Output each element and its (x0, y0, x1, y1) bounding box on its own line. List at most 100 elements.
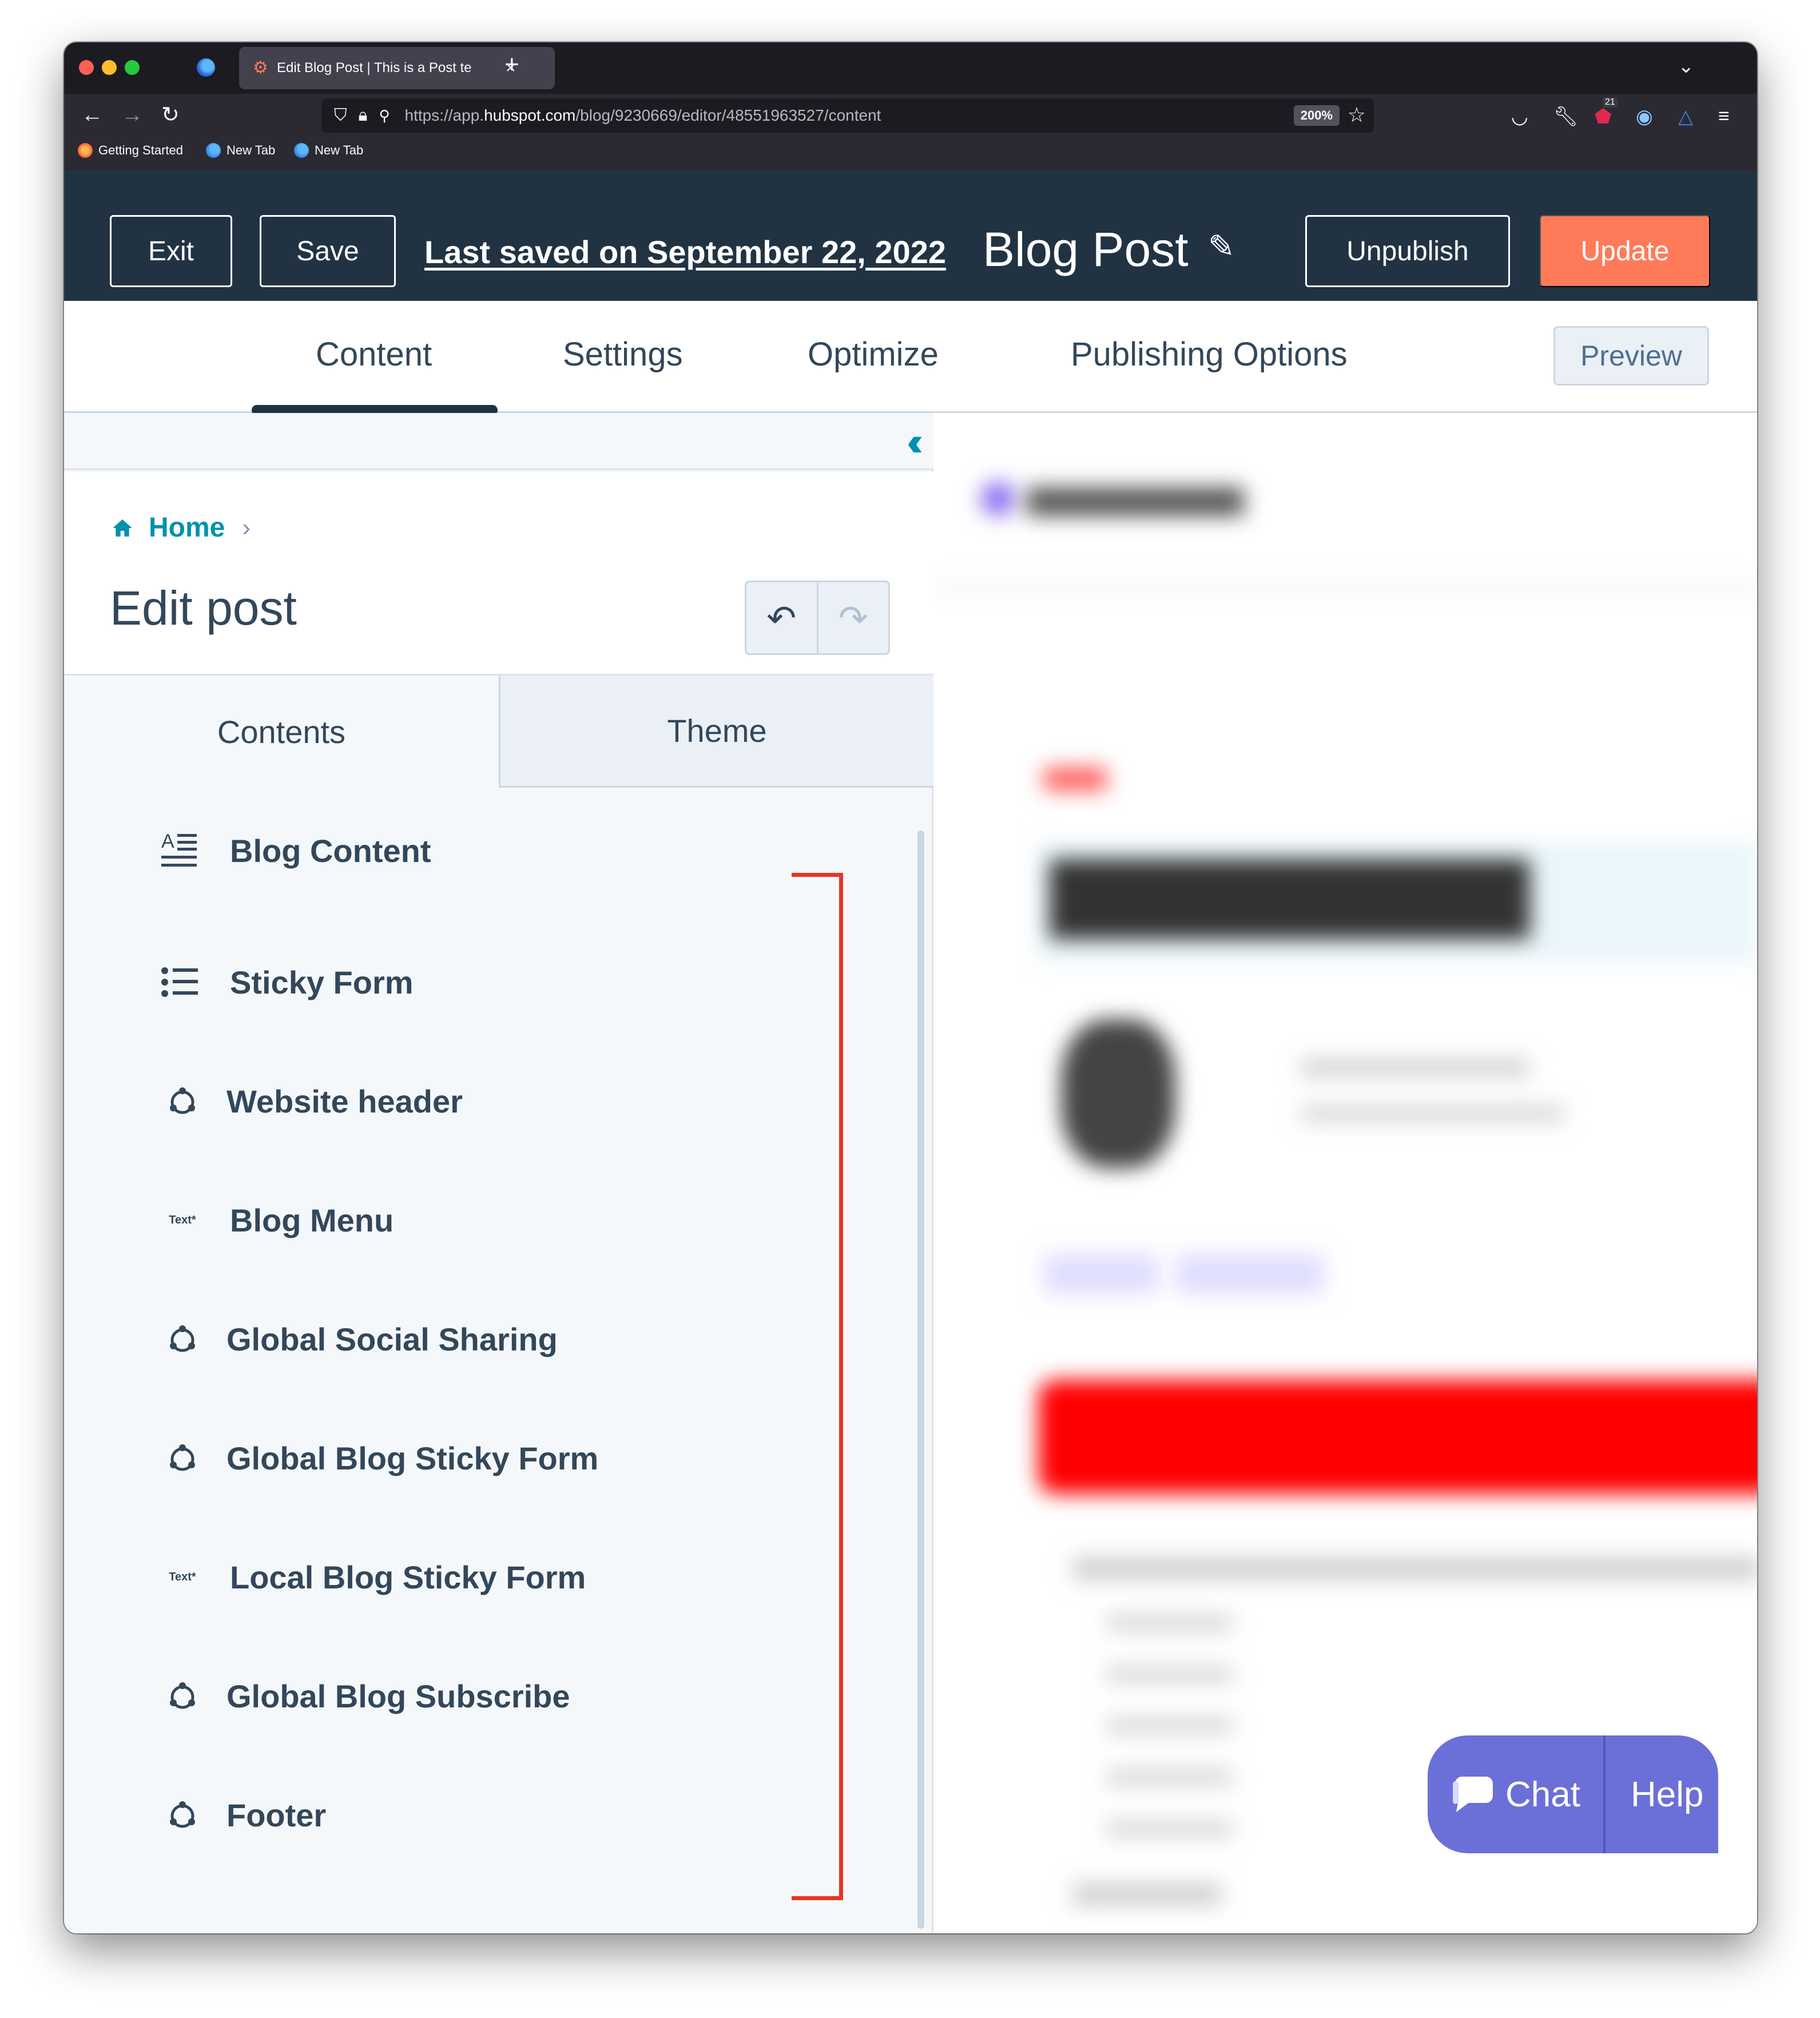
page-preview[interactable] (935, 413, 1757, 1933)
url-bar[interactable]: ⛉ 🔒︎ ⚲ https://app.hubspot.com/blog/9230… (321, 98, 1374, 133)
preview-list-item (1107, 1820, 1233, 1837)
text-icon: Text* (169, 1213, 196, 1226)
preview-heading (1072, 1883, 1221, 1906)
forward-arrow-icon[interactable]: → (121, 101, 143, 129)
main-tabs: Content Settings Optimize Publishing Opt… (64, 301, 1757, 415)
pocket-icon[interactable]: ◡ (1511, 105, 1528, 128)
tab-theme[interactable]: Theme (499, 676, 933, 788)
bookmark-new-tab[interactable]: New Tab (206, 143, 275, 158)
save-button[interactable]: Save (260, 215, 396, 287)
module-blog-content[interactable]: A Blog Content (64, 822, 750, 879)
unpublish-button[interactable]: Unpublish (1305, 215, 1510, 287)
tab-optimize[interactable]: Optimize (808, 335, 939, 374)
zoom-level-badge[interactable]: 200% (1293, 105, 1340, 126)
bookmark-getting-started[interactable]: Getting Started (78, 143, 183, 158)
breadcrumb[interactable]: Home › (111, 512, 251, 543)
tab-publishing-options[interactable]: Publishing Options (1071, 335, 1348, 374)
maximize-window-button[interactable] (125, 60, 140, 75)
sidebar-scrollbar[interactable] (917, 831, 924, 1929)
breadcrumb-home-link[interactable]: Home (149, 512, 225, 543)
exit-button[interactable]: Exit (110, 215, 232, 287)
bookmark-label: New Tab (315, 143, 364, 157)
module-global-blog-sticky-form[interactable]: Global Blog Sticky Form (64, 1429, 750, 1487)
annotation-bracket (792, 873, 843, 1900)
editor-header: Exit Save Last saved on September 22, 20… (64, 170, 1757, 301)
bookmark-label: Getting Started (98, 143, 183, 157)
module-label: Blog Content (230, 832, 431, 869)
preview-button[interactable]: Preview (1553, 326, 1709, 386)
global-module-icon (170, 1682, 195, 1709)
preview-title (1050, 859, 1530, 939)
chevron-right-icon: › (242, 513, 251, 542)
text-icon: Text* (169, 1570, 196, 1583)
chat-button[interactable]: Chat (1505, 1774, 1580, 1815)
home-icon (113, 519, 132, 537)
help-button[interactable]: Help (1631, 1774, 1704, 1815)
shield-icon[interactable]: ⛉ (334, 106, 347, 125)
undo-icon[interactable]: ↶ (746, 582, 817, 653)
firefox-icon (294, 143, 309, 158)
module-label: Website header (226, 1083, 463, 1119)
global-module-icon (170, 1325, 195, 1352)
preview-logo-text (1027, 487, 1244, 516)
module-label: Local Blog Sticky Form (230, 1559, 586, 1595)
hamburger-menu-icon[interactable]: ≡ (1718, 105, 1730, 128)
last-saved-link[interactable]: Last saved on September 22, 2022 (424, 233, 946, 271)
preview-list-item (1107, 1769, 1233, 1786)
post-title[interactable]: Blog Post (983, 222, 1189, 277)
module-label: Footer (226, 1797, 327, 1833)
triangle-extension-icon[interactable]: △ (1678, 105, 1693, 128)
module-label: Global Blog Subscribe (226, 1678, 570, 1714)
collapse-double-chevron-icon[interactable]: ‹‹ (907, 419, 923, 464)
module-website-header[interactable]: Website header (64, 1072, 750, 1130)
extension-badge: 21 (1603, 97, 1618, 108)
permissions-icon[interactable]: ⚲ (379, 107, 390, 125)
tab-list-chevron-icon[interactable]: ⌄ (1678, 55, 1695, 78)
extension-shield-icon[interactable]: ⬟ 21 (1595, 97, 1618, 128)
preview-divider (935, 585, 1757, 589)
reload-icon[interactable]: ↻ (161, 101, 180, 129)
sidebar-header: Home › Edit post ↶ ↷ (64, 472, 933, 676)
tab-content[interactable]: Content (316, 335, 432, 374)
bookmark-star-icon[interactable]: ☆ (1348, 103, 1366, 127)
preview-date (1301, 1105, 1564, 1122)
wrench-icon[interactable]: 🔧︎ (1553, 105, 1578, 128)
firefox-view-icon[interactable] (197, 58, 215, 77)
url-text: https://app.hubspot.com/blog/9230669/edi… (404, 106, 881, 124)
chat-bubble-icon (1453, 1777, 1493, 1812)
browser-window: ⚙ Edit Blog Post | This is a Post te × +… (64, 42, 1757, 1933)
module-label: Blog Menu (230, 1202, 394, 1238)
close-window-button[interactable] (79, 60, 94, 75)
module-global-social-sharing[interactable]: Global Social Sharing (64, 1310, 750, 1368)
module-local-blog-sticky-form[interactable]: Text* Local Blog Sticky Form (64, 1548, 750, 1606)
bookmarks-bar: Getting Started New Tab New Tab (64, 137, 1757, 170)
new-tab-button[interactable]: + (504, 50, 519, 79)
preview-logo-icon (981, 482, 1015, 516)
sidebar-sub-tabs: Contents Theme (64, 676, 933, 788)
sidebar-collapse-bar: ‹‹ (64, 413, 933, 470)
module-blog-menu[interactable]: Text* Blog Menu (64, 1191, 750, 1249)
bookmark-new-tab[interactable]: New Tab (294, 143, 363, 158)
module-label: Global Blog Sticky Form (226, 1440, 599, 1476)
chat-widget[interactable]: Chat Help (1428, 1735, 1718, 1853)
tab-settings[interactable]: Settings (563, 335, 683, 374)
module-label: Global Social Sharing (226, 1321, 558, 1357)
module-global-blog-subscribe[interactable]: Global Blog Subscribe (64, 1667, 750, 1725)
global-module-icon (170, 1087, 195, 1114)
tab-contents[interactable]: Contents (64, 676, 499, 788)
preview-paragraph (1072, 1557, 1757, 1580)
redo-icon[interactable]: ↷ (816, 582, 889, 653)
preview-cta-banner (1038, 1380, 1757, 1494)
back-arrow-icon[interactable]: ← (81, 101, 103, 129)
lock-icon[interactable]: 🔒︎ (359, 106, 368, 125)
minimize-window-button[interactable] (102, 60, 117, 75)
firefox-icon (78, 143, 93, 158)
module-footer[interactable]: Footer (64, 1786, 750, 1844)
pencil-icon[interactable]: ✎ (1208, 228, 1235, 265)
rich-text-icon: A (161, 831, 197, 867)
update-button[interactable]: Update (1540, 215, 1710, 287)
module-sticky-form[interactable]: Sticky Form (64, 954, 750, 1011)
compass-extension-icon[interactable]: ◉ (1636, 105, 1653, 128)
firefox-icon (206, 143, 221, 158)
form-list-icon (161, 967, 198, 997)
